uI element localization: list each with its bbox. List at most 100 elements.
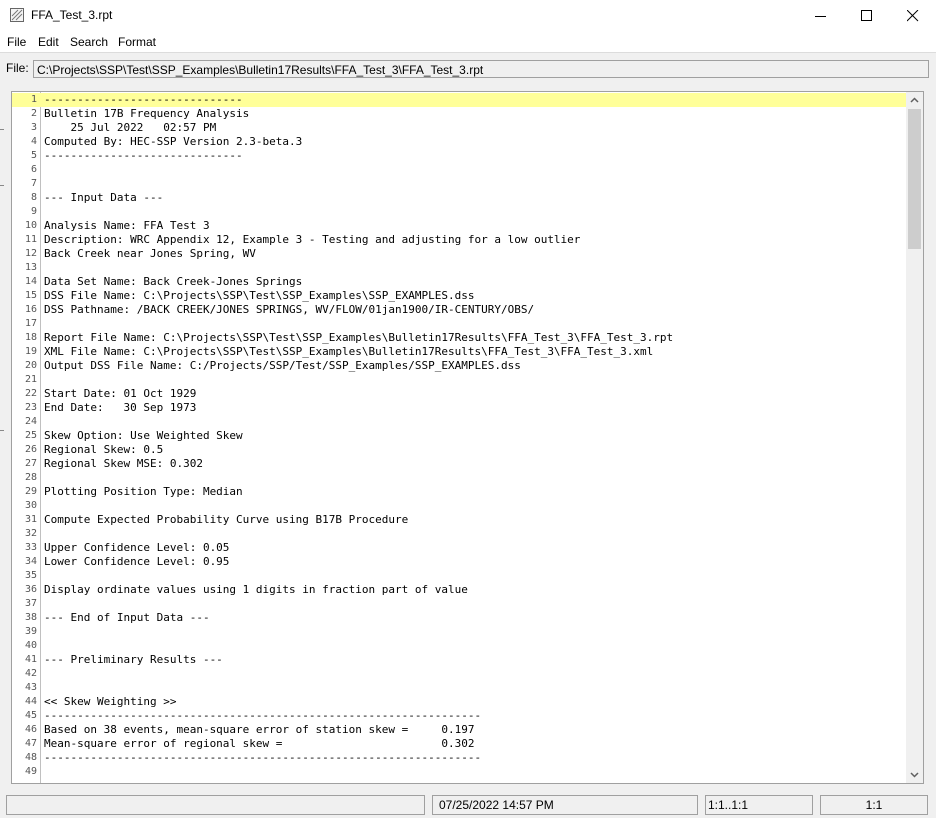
text-line: 11 Description: WRC Appendix 12, Example … bbox=[12, 233, 908, 247]
line-number: 38 bbox=[24, 612, 37, 623]
line-text: Plotting Position Type: Median bbox=[44, 485, 243, 498]
text-line: 34 Lower Confidence Level: 0.95 bbox=[12, 555, 908, 569]
line-text: << Skew Weighting >> bbox=[44, 695, 177, 708]
line-number: 21 bbox=[24, 374, 37, 385]
text-line: 42 bbox=[12, 667, 908, 681]
scroll-down-button[interactable] bbox=[906, 766, 923, 783]
text-line: 37 bbox=[12, 597, 908, 611]
menu-format[interactable]: Format bbox=[118, 35, 156, 49]
text-line: 8 --- Input Data --- bbox=[12, 191, 908, 205]
line-number: 34 bbox=[24, 556, 37, 567]
line-text: ------------------------------ bbox=[44, 93, 243, 106]
text-line: 9 bbox=[12, 205, 908, 219]
status-bar: 07/25/2022 14:57 PM 1:1..1:1 1:1 bbox=[0, 792, 936, 818]
line-text: Upper Confidence Level: 0.05 bbox=[44, 541, 230, 554]
line-number: 47 bbox=[24, 738, 37, 749]
text-line: 46 Based on 38 events, mean-square error … bbox=[12, 723, 908, 737]
text-line: 13 bbox=[12, 261, 908, 275]
minimize-button[interactable] bbox=[798, 0, 844, 31]
text-line: 14 Data Set Name: Back Creek-Jones Spring… bbox=[12, 275, 908, 289]
menu-edit[interactable]: Edit bbox=[38, 35, 59, 49]
text-line: 28 bbox=[12, 471, 908, 485]
text-line: 16 DSS Pathname: /BACK CREEK/JONES SPRING… bbox=[12, 303, 908, 317]
line-number: 28 bbox=[24, 472, 37, 483]
line-number: 43 bbox=[24, 682, 37, 693]
minimize-icon bbox=[815, 16, 826, 17]
text-line: 30 bbox=[12, 499, 908, 513]
status-cursor-position: 1:1 bbox=[820, 795, 928, 815]
line-number: 17 bbox=[24, 318, 37, 329]
text-line: 43 bbox=[12, 681, 908, 695]
scroll-thumb[interactable] bbox=[908, 109, 921, 249]
line-number: 16 bbox=[24, 304, 37, 315]
line-number: 15 bbox=[24, 290, 37, 301]
maximize-button[interactable] bbox=[844, 0, 890, 31]
text-line: 35 bbox=[12, 569, 908, 583]
file-label: File: bbox=[6, 61, 29, 75]
edge-tick bbox=[0, 430, 4, 431]
menu-file[interactable]: File bbox=[7, 35, 26, 49]
line-text: Back Creek near Jones Spring, WV bbox=[44, 247, 256, 260]
text-line: 18 Report File Name: C:\Projects\SSP\Test… bbox=[12, 331, 908, 345]
line-number: 23 bbox=[24, 402, 37, 413]
text-line: 48 --------------------------------------… bbox=[12, 751, 908, 765]
menu-search[interactable]: Search bbox=[70, 35, 108, 49]
status-message bbox=[6, 795, 425, 815]
text-line: 24 bbox=[12, 415, 908, 429]
line-number: 33 bbox=[24, 542, 37, 553]
line-text: Description: WRC Appendix 12, Example 3 … bbox=[44, 233, 581, 246]
vertical-scrollbar[interactable] bbox=[906, 92, 923, 783]
line-text: DSS Pathname: /BACK CREEK/JONES SPRINGS,… bbox=[44, 303, 535, 316]
line-number: 48 bbox=[24, 752, 37, 763]
edge-tick bbox=[0, 129, 4, 130]
line-number: 31 bbox=[24, 514, 37, 525]
scroll-up-button[interactable] bbox=[906, 92, 923, 109]
line-number: 4 bbox=[30, 136, 37, 147]
line-number: 1 bbox=[30, 94, 37, 105]
line-number: 27 bbox=[24, 458, 37, 469]
line-number: 44 bbox=[24, 696, 37, 707]
line-number: 11 bbox=[24, 234, 37, 245]
file-path-field[interactable]: C:\Projects\SSP\Test\SSP_Examples\Bullet… bbox=[33, 60, 929, 78]
text-line: 22 Start Date: 01 Oct 1929 bbox=[12, 387, 908, 401]
edge-tick bbox=[0, 185, 4, 186]
line-text: ----------------------------------------… bbox=[44, 751, 482, 764]
line-number: 18 bbox=[24, 332, 37, 343]
text-line: 20 Output DSS File Name: C:/Projects/SSP/… bbox=[12, 359, 908, 373]
text-line: 15 DSS File Name: C:\Projects\SSP\Test\SS… bbox=[12, 289, 908, 303]
text-line: 12 Back Creek near Jones Spring, WV bbox=[12, 247, 908, 261]
chevron-down-icon bbox=[910, 772, 919, 778]
text-line: 40 bbox=[12, 639, 908, 653]
line-text: DSS File Name: C:\Projects\SSP\Test\SSP_… bbox=[44, 289, 475, 302]
status-selection: 1:1..1:1 bbox=[705, 795, 813, 815]
line-text: Report File Name: C:\Projects\SSP\Test\S… bbox=[44, 331, 674, 344]
line-number: 24 bbox=[24, 416, 37, 427]
line-text: Display ordinate values using 1 digits i… bbox=[44, 583, 468, 596]
text-line: 25 Skew Option: Use Weighted Skew bbox=[12, 429, 908, 443]
line-number: 25 bbox=[24, 430, 37, 441]
text-line: 36 Display ordinate values using 1 digits… bbox=[12, 583, 908, 597]
line-text: Output DSS File Name: C:/Projects/SSP/Te… bbox=[44, 359, 521, 372]
line-number: 37 bbox=[24, 598, 37, 609]
text-line: 44 << Skew Weighting >> bbox=[12, 695, 908, 709]
close-button[interactable] bbox=[890, 0, 936, 31]
text-line: 17 bbox=[12, 317, 908, 331]
document-icon bbox=[10, 8, 24, 22]
line-number: 19 bbox=[24, 346, 37, 357]
text-line: 27 Regional Skew MSE: 0.302 bbox=[12, 457, 908, 471]
report-text-editor[interactable]: 1 ------------------------------ 2 Bulletin… bbox=[11, 91, 924, 784]
line-number: 36 bbox=[24, 584, 37, 595]
line-number: 40 bbox=[24, 640, 37, 651]
line-number: 5 bbox=[30, 150, 37, 161]
line-number: 39 bbox=[24, 626, 37, 637]
text-line: 10 Analysis Name: FFA Test 3 bbox=[12, 219, 908, 233]
line-text: --- Input Data --- bbox=[44, 191, 164, 204]
line-number: 29 bbox=[24, 486, 37, 497]
line-number: 14 bbox=[24, 276, 37, 287]
line-number: 6 bbox=[30, 164, 37, 175]
line-number: 35 bbox=[24, 570, 37, 581]
line-number: 49 bbox=[24, 766, 37, 777]
line-number: 9 bbox=[30, 206, 37, 217]
text-line: 41 --- Preliminary Results --- bbox=[12, 653, 908, 667]
line-text: Start Date: 01 Oct 1929 bbox=[44, 387, 197, 400]
